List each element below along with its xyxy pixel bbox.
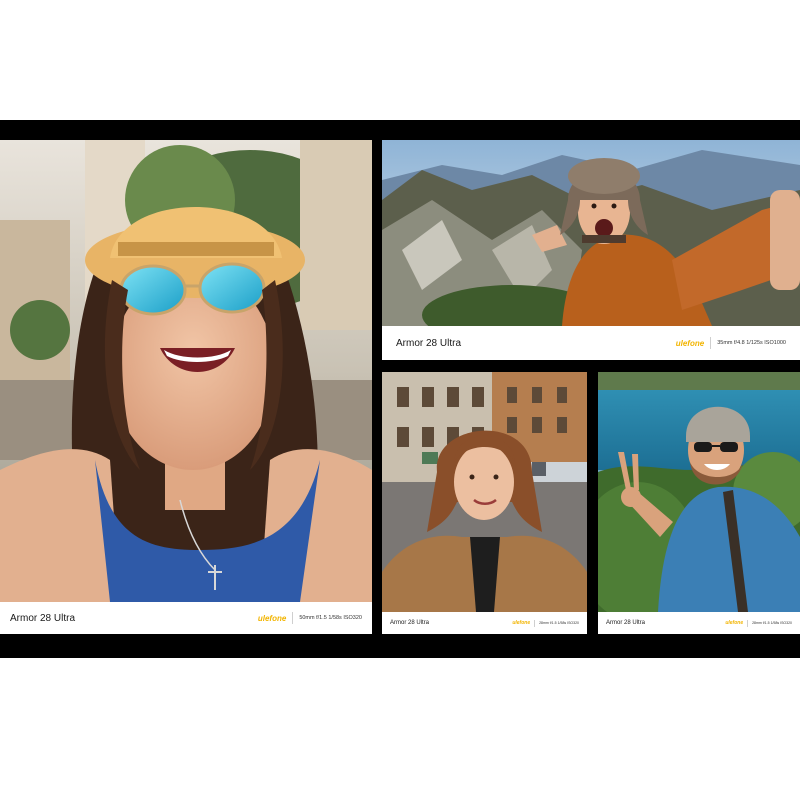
photo-caption-4: Armor 28 Ultra ulefone 28mm f/1.5 1/58s … [598,612,800,634]
caption-divider [710,337,712,349]
photo-card-3: Armor 28 Ultra ulefone 28mm f/1.5 1/58s … [382,372,587,634]
photo-woman-street [382,372,587,612]
photo-card-2: Armor 28 Ultra ulefone 35mm f/4.8 1/125s… [382,140,800,360]
camera-model-label: Armor 28 Ultra [396,337,462,349]
photo-man-mountain-hat [382,140,800,326]
photo-caption-1: Armor 28 Ultra ulefone 50mm f/1.5 1/58s … [0,602,372,634]
brand-logo: ulefone [257,613,287,623]
photo-woman-hat-sunglasses [0,140,372,602]
camera-model-label: Armor 28 Ultra [606,620,646,626]
brand-logo: ulefone [725,620,744,626]
caption-divider [292,612,294,624]
brand-logo: ulefone [675,338,705,348]
exif-params: 28mm f/1.5 1/58s ISO320 [752,621,792,625]
photo-man-sea-peace-sign [598,372,800,612]
photo-card-1: Armor 28 Ultra ulefone 50mm f/1.5 1/58s … [0,140,372,634]
caption-divider [534,619,536,627]
caption-divider [747,619,749,627]
exif-params: 50mm f/1.5 1/58s ISO320 [299,615,362,621]
photo-caption-2: Armor 28 Ultra ulefone 35mm f/4.8 1/125s… [382,326,800,360]
exif-params: 35mm f/4.8 1/125s ISO1000 [717,340,786,346]
photo-card-4: Armor 28 Ultra ulefone 28mm f/1.5 1/58s … [598,372,800,634]
camera-model-label: Armor 28 Ultra [10,612,76,624]
photo-caption-3: Armor 28 Ultra ulefone 28mm f/1.5 1/58s … [382,612,587,634]
camera-model-label: Armor 28 Ultra [390,620,430,626]
brand-logo: ulefone [512,620,531,626]
exif-params: 28mm f/1.5 1/58s ISO320 [539,621,579,625]
